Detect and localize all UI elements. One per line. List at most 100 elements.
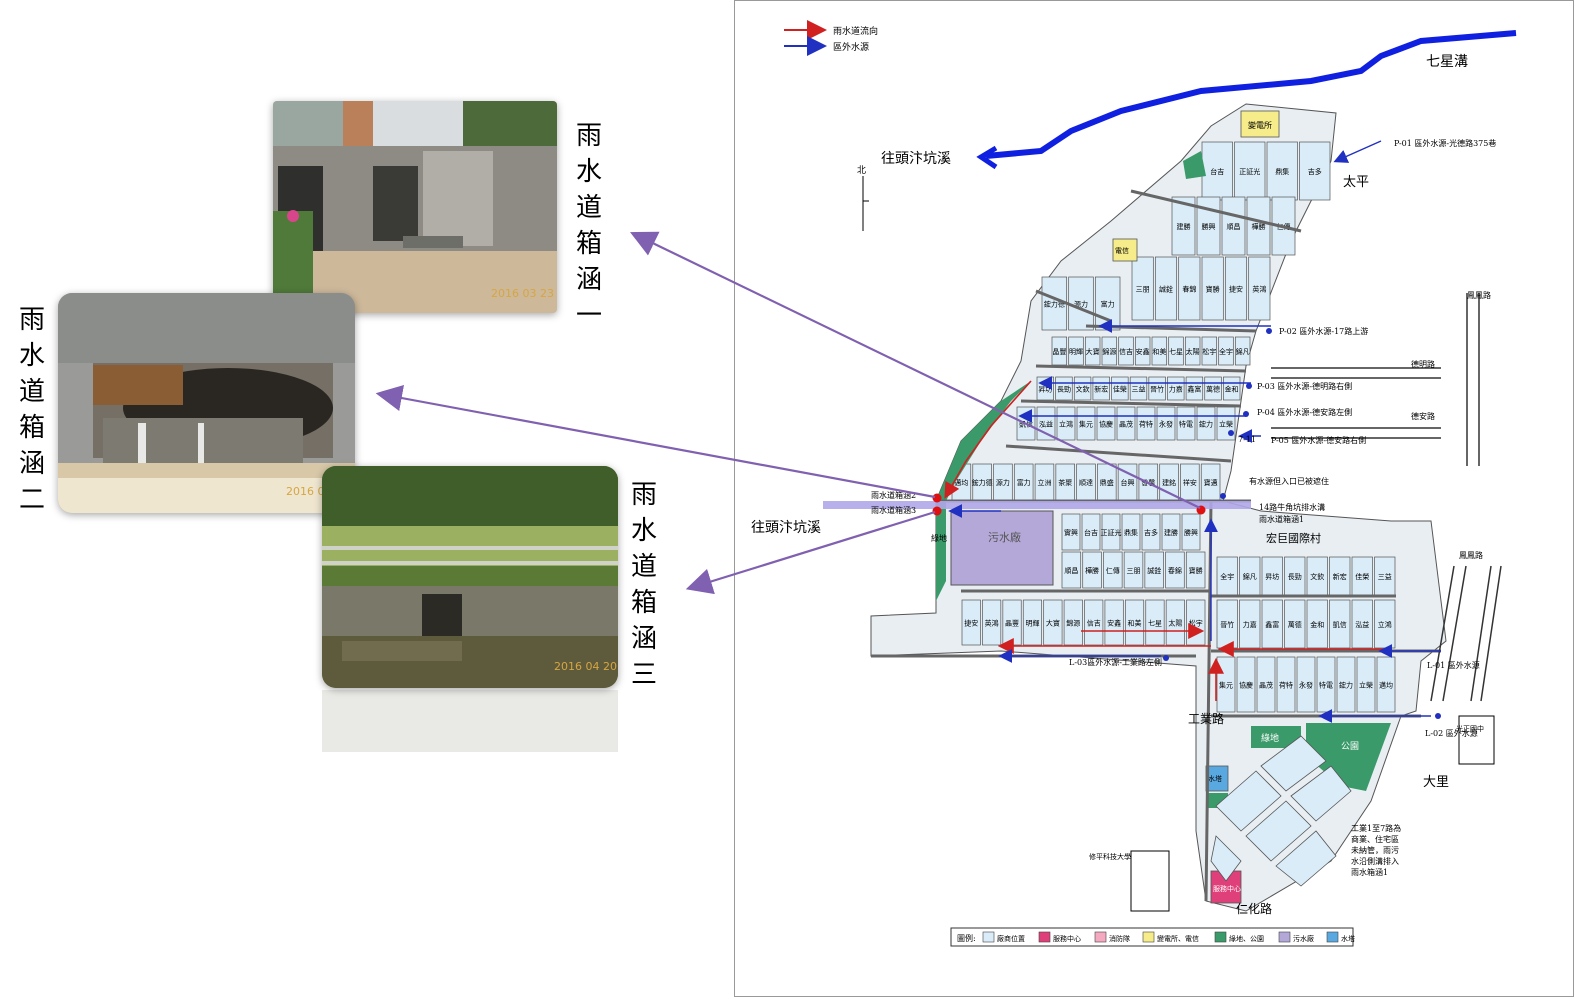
toward-creek-left-label: 往頭汴坑溪	[751, 520, 821, 536]
company-name: 順達	[1079, 478, 1093, 487]
company-name: 立鴻	[1378, 620, 1392, 629]
green-left-label: 綠地	[931, 533, 947, 543]
company-name: 錦凡	[1236, 347, 1250, 356]
company-name: 文欽	[1310, 572, 1324, 581]
company-name: 文欽	[1076, 385, 1090, 394]
label-box-culvert-2: 雨水道箱涵二	[18, 305, 45, 515]
legend-item-label: 變電所、電信	[1157, 934, 1199, 943]
company-name: 昇坊	[1265, 572, 1279, 581]
legend-swatch	[1278, 931, 1291, 943]
industry-note-line: 商業、住宅區	[1351, 834, 1399, 844]
company-name: 荷特	[1279, 681, 1293, 690]
company-name: 富力	[1017, 478, 1031, 487]
company-name: 建勝	[1177, 222, 1191, 231]
substation-label: 變電所	[1248, 120, 1272, 130]
company-name: 信吉	[1119, 347, 1133, 356]
company-name: 英鴻	[1252, 285, 1266, 294]
company-name: 萬德	[1288, 620, 1302, 629]
company-name: 源力	[996, 478, 1010, 487]
photo-3-image	[322, 466, 618, 688]
photo-3-reflection	[322, 690, 618, 752]
company-name: 集元	[1219, 681, 1233, 690]
industry-note-line: 未納管，雨污	[1351, 845, 1399, 855]
industry-note-line: 工業1至7路為	[1351, 823, 1401, 833]
company-name: 立鴻	[1059, 420, 1073, 429]
company-name: 昇坊	[1038, 385, 1052, 394]
deming-road-label: 德明路	[1411, 359, 1435, 369]
company-name: 台吉	[1084, 528, 1098, 537]
company-name: 正証光	[1101, 528, 1122, 537]
industry-note-line: 水沿側溝排入	[1351, 856, 1399, 866]
label-box-culvert-1: 雨水道箱涵一	[575, 121, 602, 331]
legend-swatch	[1142, 931, 1155, 943]
company-name: 三朋	[1136, 286, 1150, 294]
company-name: 邁均	[1379, 681, 1393, 690]
company-name: 鑫富	[1187, 385, 1201, 394]
company-name: 寶邁	[1204, 478, 1218, 487]
company-name: 捷安	[964, 619, 978, 628]
company-name: 實興	[1064, 528, 1078, 537]
legend-item-label: 廠商位置	[997, 934, 1025, 943]
source-p02-label: P-02 區外水源-17路上游	[1279, 326, 1368, 336]
green-right-label: 綠地	[1261, 732, 1279, 744]
north-label: 北	[857, 165, 866, 176]
map-panel: 雨水道流向 區外水源 七星溝 往頭汴坑溪 北 台吉 正証光 鼎集 吉多 建勝 勝興 順昌 樺勝…	[734, 0, 1574, 997]
company-name: 新宏	[1333, 572, 1347, 581]
company-name: 安鑫	[1107, 619, 1121, 628]
source-p04-label: P-04 區外水源-德安路左側	[1257, 407, 1352, 417]
school-1-block	[1458, 715, 1495, 765]
culvert-3-dot	[932, 506, 942, 516]
source-l01-label: L-01 區外水源	[1427, 660, 1480, 670]
company-name: 發馨	[1141, 478, 1155, 487]
culvert-1-dot	[1196, 505, 1206, 515]
legend-item-label: 污水廠	[1293, 934, 1314, 943]
company-name: 鋐力	[1199, 420, 1213, 429]
company-name: 台吉	[1210, 167, 1224, 176]
company-name: 松宇	[1202, 347, 1216, 356]
company-name: 鑫富	[1265, 620, 1279, 629]
photo-box-culvert-2: 2016 03 23	[58, 293, 355, 513]
legend-swatch	[1326, 931, 1339, 943]
legend-blue-label: 區外水源	[833, 41, 869, 53]
company-name: 晉竹	[1220, 620, 1234, 629]
company-name: 勝興	[1202, 222, 1216, 231]
company-name: 晶豐	[1052, 347, 1066, 356]
company-name: 金和	[1225, 385, 1239, 394]
company-name: 全宇	[1220, 572, 1234, 581]
company-name: 立洲	[1037, 478, 1051, 487]
legend-swatch	[1094, 931, 1107, 943]
company-name: 錦源	[1066, 619, 1080, 628]
water-tower-label: 水塔	[1208, 774, 1222, 783]
company-name: 新宏	[1094, 385, 1108, 394]
company-name: 茶聚	[1058, 478, 1072, 487]
company-name: 佳榮	[1355, 572, 1369, 581]
company-name: 和美	[1152, 347, 1166, 356]
company-name: 仁傳	[1106, 566, 1120, 575]
legend-swatch	[982, 931, 995, 943]
company-name: 安鑫	[1136, 347, 1150, 356]
company-name: 祥安	[1183, 478, 1197, 487]
company-name: 凱信	[1019, 420, 1033, 429]
company-name: 太陽	[1186, 347, 1200, 356]
company-name: 樺勝	[1085, 566, 1099, 575]
industry-note: 工業1至7路為商業、住宅區未納管，雨污水沿側溝排入雨水箱涵1	[1351, 823, 1401, 877]
company-name: 晶豐	[1005, 619, 1019, 628]
photo-3-date: 2016 04 20	[554, 660, 617, 673]
company-name: 春錦	[1182, 285, 1196, 294]
company-name: 信吉	[1087, 619, 1101, 628]
company-name: 荷特	[1139, 420, 1153, 429]
company-name: 勝興	[1184, 528, 1198, 537]
company-name: 三朋	[1127, 567, 1141, 575]
service-center-label: 服務中心	[1213, 884, 1241, 893]
company-name: 明輝	[1069, 347, 1083, 356]
company-name: 金和	[1310, 620, 1324, 629]
company-name: 萬德	[1206, 385, 1220, 394]
legend-item-label: 服務中心	[1053, 934, 1081, 943]
company-name: 泓益	[1355, 620, 1369, 629]
company-name: 協慶	[1239, 681, 1253, 690]
company-name: 和美	[1128, 619, 1142, 628]
company-name: 力嘉	[1243, 620, 1257, 629]
company-name: 晉竹	[1150, 385, 1164, 394]
company-name: 鼎盛	[1100, 478, 1114, 487]
company-name: 鋐力	[1339, 681, 1353, 690]
